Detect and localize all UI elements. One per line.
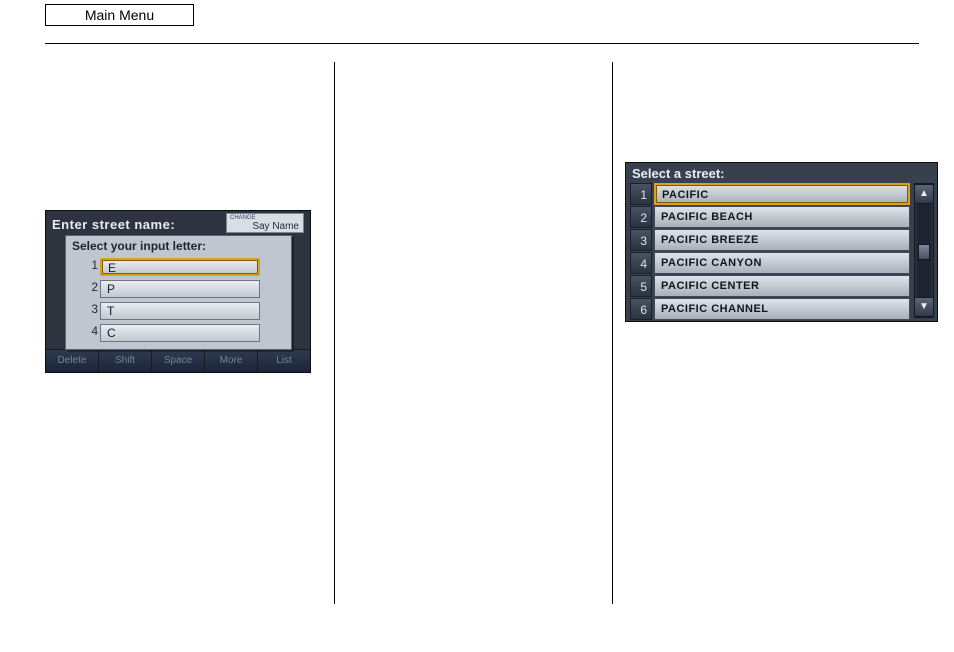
main-menu-box[interactable]: Main Menu: [45, 4, 194, 26]
street-row-1-cell[interactable]: PACIFIC: [654, 183, 910, 205]
street-row-5-idx: 5: [630, 275, 652, 297]
street-list: 1 PACIFIC 2 PACIFIC BEACH 3 PACIFIC BREE…: [630, 183, 910, 321]
letter-row-4-cell[interactable]: C: [100, 324, 260, 342]
enter-street-title: Enter street name:: [52, 217, 175, 232]
street-row-5[interactable]: 5 PACIFIC CENTER: [630, 275, 910, 297]
letter-row-2-cell[interactable]: P: [100, 280, 260, 298]
letter-row-2[interactable]: 2 P: [100, 280, 260, 298]
street-row-2[interactable]: 2 PACIFIC BEACH: [630, 206, 910, 228]
scroll-thumb[interactable]: [918, 244, 930, 260]
street-row-4[interactable]: 4 PACIFIC CANYON: [630, 252, 910, 274]
enter-street-screen: Enter street name: CHANGE Say Name Delet…: [45, 210, 311, 373]
street-row-2-idx: 2: [630, 206, 652, 228]
letter-row-1[interactable]: 1 E: [100, 258, 260, 276]
select-street-screen: Select a street: 1 PACIFIC 2 PACIFIC BEA…: [625, 162, 938, 322]
letter-row-2-idx: 2: [82, 280, 98, 294]
kb-space[interactable]: Space: [152, 350, 205, 372]
street-scrollbar[interactable]: ▲ ▼: [914, 183, 934, 318]
street-row-6-cell[interactable]: PACIFIC CHANNEL: [654, 298, 910, 320]
street-row-6-idx: 6: [630, 298, 652, 320]
street-row-1[interactable]: 1 PACIFIC: [630, 183, 910, 205]
letter-row-4-idx: 4: [82, 324, 98, 338]
street-row-3[interactable]: 3 PACIFIC BREEZE: [630, 229, 910, 251]
input-letter-popup-title: Select your input letter:: [72, 239, 206, 253]
kb-more[interactable]: More: [205, 350, 258, 372]
street-row-2-cell[interactable]: PACIFIC BEACH: [654, 206, 910, 228]
street-row-5-cell[interactable]: PACIFIC CENTER: [654, 275, 910, 297]
letter-row-1-idx: 1: [82, 258, 98, 272]
kb-list[interactable]: List: [258, 350, 310, 372]
scroll-up-icon[interactable]: ▲: [915, 184, 933, 204]
street-row-3-cell[interactable]: PACIFIC BREEZE: [654, 229, 910, 251]
letter-row-4[interactable]: 4 C: [100, 324, 260, 342]
header-rule: [45, 43, 919, 44]
scroll-down-icon[interactable]: ▼: [915, 297, 933, 317]
input-letter-popup: Select your input letter: 1 E 2 P 3 T 4 …: [65, 235, 292, 350]
say-name-button[interactable]: CHANGE Say Name: [226, 213, 304, 233]
kb-delete[interactable]: Delete: [46, 350, 99, 372]
street-row-4-cell[interactable]: PACIFIC CANYON: [654, 252, 910, 274]
kb-shift[interactable]: Shift: [99, 350, 152, 372]
column-divider-1: [334, 62, 335, 604]
select-street-title: Select a street:: [632, 166, 725, 181]
street-row-1-idx: 1: [630, 183, 652, 205]
column-divider-2: [612, 62, 613, 604]
letter-row-3-cell[interactable]: T: [100, 302, 260, 320]
letter-row-3[interactable]: 3 T: [100, 302, 260, 320]
street-row-4-idx: 4: [630, 252, 652, 274]
say-name-label: Say Name: [252, 221, 299, 232]
street-row-6[interactable]: 6 PACIFIC CHANNEL: [630, 298, 910, 320]
letter-row-3-idx: 3: [82, 302, 98, 316]
letter-row-1-cell[interactable]: E: [100, 258, 260, 276]
street-row-3-idx: 3: [630, 229, 652, 251]
keyboard-bottom-bar: Delete Shift Space More List: [46, 349, 310, 372]
